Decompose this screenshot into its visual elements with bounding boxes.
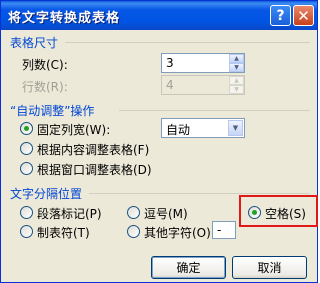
ok-button-label: 确定 <box>176 261 201 275</box>
chevron-down-icon[interactable]: ▼ <box>228 120 243 136</box>
columns-spinner[interactable]: 3 ▲ ▼ <box>161 53 245 73</box>
separator-section-title: 文字分隔位置 <box>10 187 83 201</box>
cancel-button[interactable]: 取消 <box>232 256 307 279</box>
paragraph-mark-label[interactable]: 段落标记(P) <box>37 205 102 222</box>
tab-label[interactable]: 制表符(T) <box>37 224 90 241</box>
autofit-section-title: “自动调整”操作 <box>10 104 95 118</box>
close-button[interactable]: ✕ <box>293 5 314 26</box>
rows-down-arrow-icon: ▼ <box>229 85 244 94</box>
space-label[interactable]: 空格(S) <box>265 205 306 222</box>
fixed-width-label[interactable]: 固定列宽(W): <box>37 121 110 138</box>
space-radio[interactable] <box>248 206 261 219</box>
radio-selected-dot <box>252 210 257 215</box>
other-char-input[interactable]: - <box>212 221 236 239</box>
comma-label[interactable]: 逗号(M) <box>144 205 188 222</box>
radio-selected-dot <box>24 126 29 131</box>
columns-label: 列数(C): <box>22 58 68 72</box>
rows-label: 行数(R): <box>22 80 68 94</box>
fixed-width-value: 自动 <box>166 123 191 137</box>
table-size-section-title: 表格尺寸 <box>10 36 59 50</box>
autofit-content-label[interactable]: 根据内容调整表格(F) <box>37 141 149 158</box>
cancel-button-label: 取消 <box>257 261 282 275</box>
section-divider <box>89 193 310 194</box>
fixed-width-radio[interactable] <box>20 122 33 135</box>
autofit-content-radio[interactable] <box>20 142 33 155</box>
ok-button[interactable]: 确定 <box>151 256 226 279</box>
fixed-width-select[interactable]: 自动 ▼ <box>161 118 245 138</box>
help-button[interactable]: ? <box>270 5 291 26</box>
convert-text-to-table-dialog: 将文字转换成表格 ? ✕ 表格尺寸 列数(C): 3 ▲ ▼ 行数(R): 4 … <box>0 0 318 283</box>
other-char-radio[interactable] <box>127 225 140 238</box>
rows-up-arrow-icon: ▲ <box>229 76 244 85</box>
close-icon: ✕ <box>297 6 310 25</box>
autofit-window-radio[interactable] <box>20 162 33 175</box>
columns-up-arrow-icon[interactable]: ▲ <box>229 54 244 63</box>
other-char-label[interactable]: 其他字符(O): <box>144 224 215 241</box>
tab-radio[interactable] <box>20 225 33 238</box>
comma-radio[interactable] <box>127 206 140 219</box>
dialog-title: 将文字转换成表格 <box>8 11 121 26</box>
title-bar[interactable]: 将文字转换成表格 ? ✕ <box>1 1 317 30</box>
columns-down-arrow-icon[interactable]: ▼ <box>229 63 244 72</box>
paragraph-mark-radio[interactable] <box>20 206 33 219</box>
rows-value: 4 <box>166 78 174 92</box>
help-icon: ? <box>276 7 285 24</box>
columns-value: 3 <box>166 56 174 70</box>
section-divider <box>65 42 310 43</box>
autofit-window-label[interactable]: 根据窗口调整表格(D) <box>37 161 152 178</box>
rows-spinner: 4 ▲ ▼ <box>161 75 245 95</box>
section-divider <box>119 110 310 111</box>
